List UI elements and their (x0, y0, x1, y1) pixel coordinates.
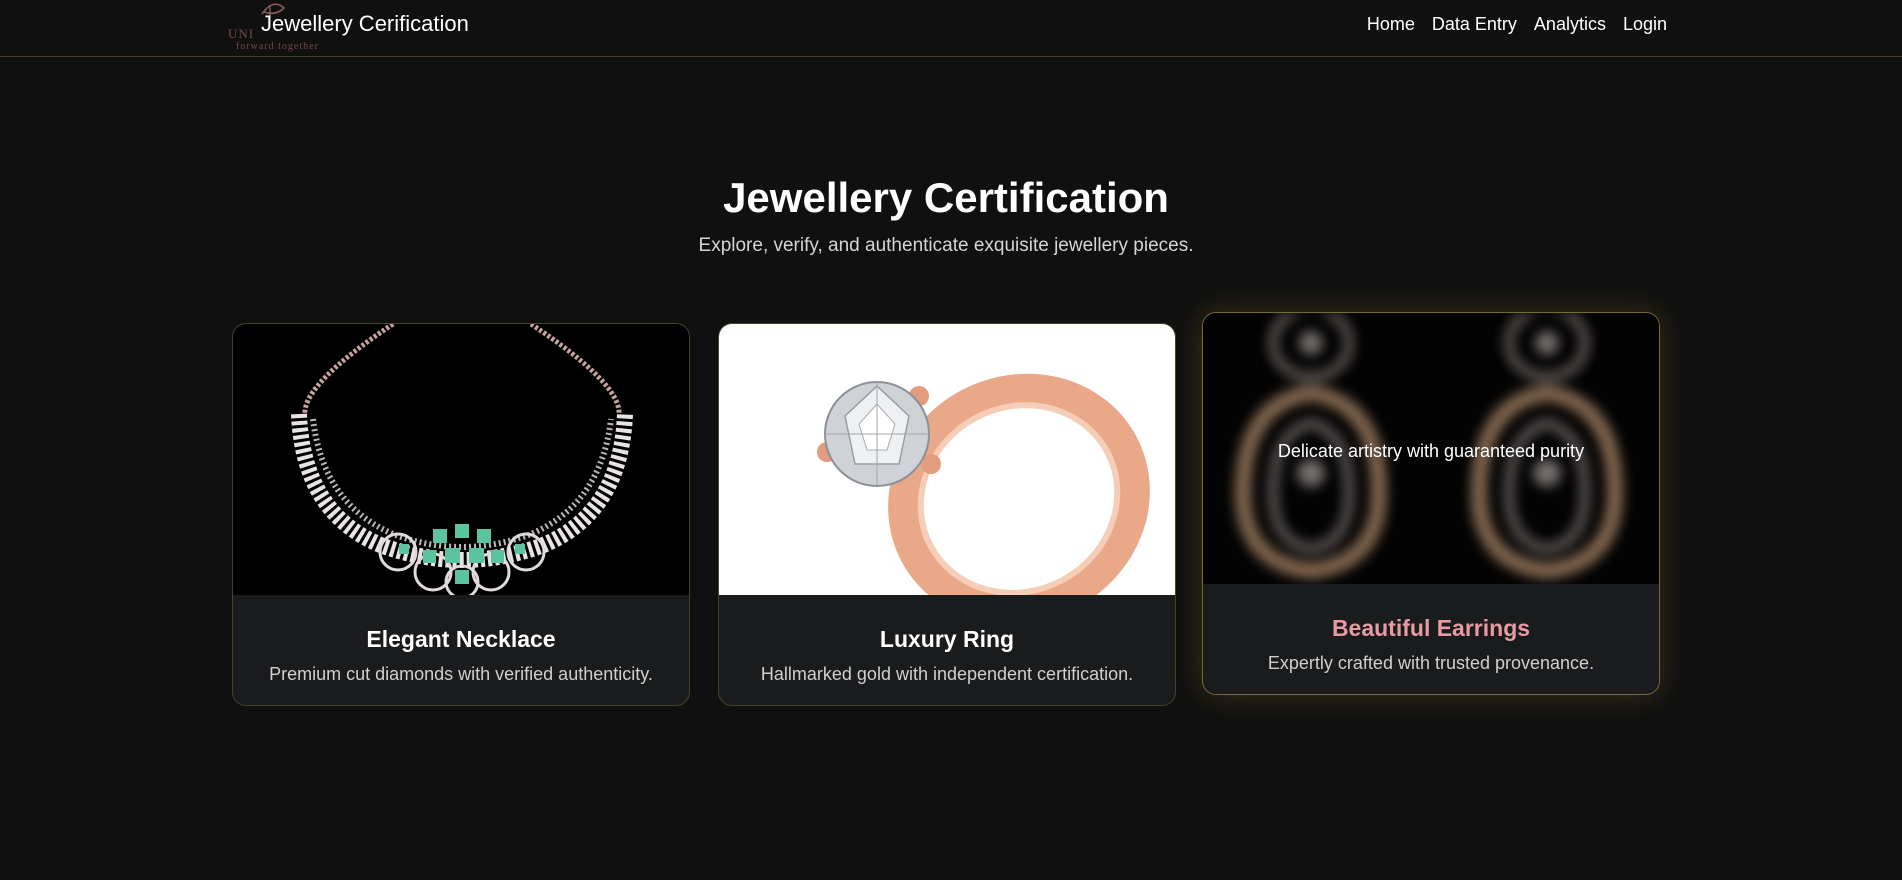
card-description: Premium cut diamonds with verified authe… (269, 664, 653, 684)
nav-link-data-entry[interactable]: Data Entry (1432, 14, 1517, 35)
brand-title[interactable]: Jewellery Cerification (261, 11, 469, 37)
navbar: UNI forward together Jewellery Cerificat… (0, 0, 1902, 57)
ring-icon (817, 373, 1150, 595)
card-description: Expertly crafted with trusted provenance… (1267, 653, 1595, 673)
card-earrings[interactable]: Delicate artistry with guaranteed purity… (1202, 312, 1660, 695)
ring-image (719, 324, 1175, 595)
nav-link-analytics[interactable]: Analytics (1534, 14, 1606, 35)
nav-link-home[interactable]: Home (1367, 14, 1415, 35)
card-description: Hallmarked gold with independent certifi… (760, 664, 1134, 684)
earrings-image: Delicate artistry with guaranteed purity (1203, 313, 1659, 584)
card-necklace[interactable]: Elegant Necklace Premium cut diamonds wi… (232, 323, 690, 706)
logo-tagline: forward together (236, 41, 319, 52)
page-subtitle: Explore, verify, and authenticate exquis… (698, 235, 1194, 256)
card-ring[interactable]: Luxury Ring Hallmarked gold with indepen… (718, 323, 1176, 706)
necklace-icon (291, 324, 633, 595)
page-title: Jewellery Certification (723, 174, 1169, 221)
card-title: Beautiful Earrings (1331, 615, 1531, 641)
nav-links: Home Data Entry Analytics Login (1350, 14, 1667, 35)
image-overlay-text: Delicate artistry with guaranteed purity (1277, 441, 1585, 461)
card-title: Elegant Necklace (366, 626, 556, 652)
logo-wordmark: UNI (228, 26, 255, 41)
nav-link-login[interactable]: Login (1623, 14, 1667, 35)
card-title: Luxury Ring (879, 626, 1015, 652)
necklace-image (233, 324, 689, 595)
